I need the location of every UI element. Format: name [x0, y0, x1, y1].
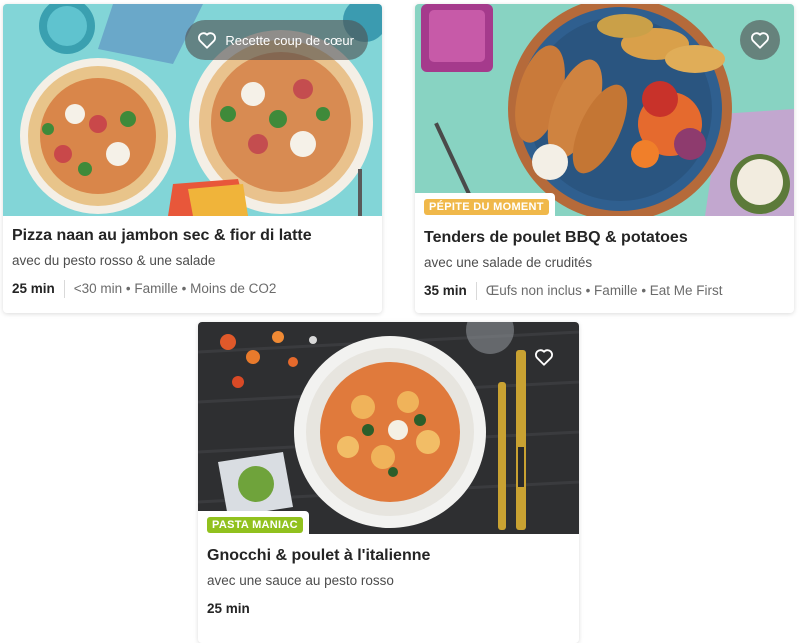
recipe-card-content: Pizza naan au jambon sec & fior di latte… — [12, 226, 373, 298]
favorite-button[interactable]: Recette coup de cœur — [185, 20, 368, 60]
prep-time: 25 min — [207, 601, 250, 616]
recipe-title[interactable]: Gnocchi & poulet à l'italienne — [207, 546, 570, 566]
recipe-subtitle: avec une sauce au pesto rosso — [207, 573, 394, 588]
recipe-subtitle: avec une salade de crudités — [424, 255, 593, 270]
recipe-title[interactable]: Tenders de poulet BBQ & potatoes — [424, 228, 785, 248]
recipe-card-content: Gnocchi & poulet à l'italienne avec une … — [207, 546, 570, 618]
recipe-tags: Œufs non inclus • Famille • Eat Me First — [485, 283, 723, 298]
recipe-card-tenders-poulet[interactable]: PÉPITE DU MOMENT Tenders de poulet BBQ &… — [415, 4, 794, 313]
recipe-meta: 25 min — [207, 600, 570, 618]
favorite-button[interactable] — [740, 20, 780, 60]
heart-icon — [535, 349, 553, 366]
heart-icon — [198, 32, 217, 49]
recipe-title[interactable]: Pizza naan au jambon sec & fior di latte — [12, 226, 373, 246]
heart-icon — [751, 32, 769, 49]
recipe-meta: 25 min <30 min • Famille • Moins de CO2 — [12, 280, 373, 298]
favorite-label: Recette coup de cœur — [225, 32, 354, 48]
recipe-card-content: Tenders de poulet BBQ & potatoes avec un… — [424, 228, 785, 300]
recipe-badge: PÉPITE DU MOMENT — [415, 193, 555, 219]
meta-divider — [475, 282, 477, 300]
prep-time: 25 min — [12, 281, 55, 296]
prep-time: 35 min — [424, 283, 467, 298]
recipe-image-tenders-poulet[interactable] — [415, 4, 794, 216]
favorite-button[interactable] — [531, 344, 557, 370]
recipe-meta: 35 min Œufs non inclus • Famille • Eat M… — [424, 282, 785, 300]
badge-label: PASTA MANIAC — [207, 517, 303, 533]
recipe-tags: <30 min • Famille • Moins de CO2 — [73, 281, 277, 296]
recipe-badge: PASTA MANIAC — [198, 511, 309, 537]
meta-divider — [63, 280, 65, 298]
recipe-card-pizza-naan[interactable]: Recette coup de cœur Pizza naan au jambo… — [3, 4, 382, 313]
recipe-image-gnocchi-poulet[interactable] — [198, 322, 579, 534]
recipe-card-gnocchi-poulet[interactable]: PASTA MANIAC Gnocchi & poulet à l'italie… — [198, 322, 579, 643]
badge-label: PÉPITE DU MOMENT — [424, 199, 549, 215]
recipe-subtitle: avec du pesto rosso & une salade — [12, 253, 216, 268]
